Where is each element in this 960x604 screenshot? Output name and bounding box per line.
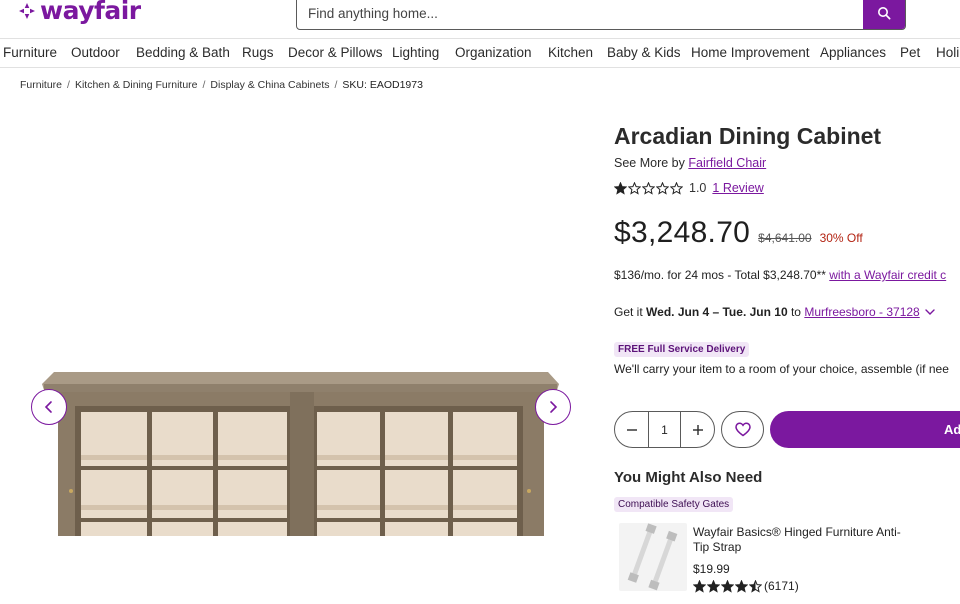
breadcrumb-separator: /: [202, 79, 206, 91]
chevron-left-icon: [44, 401, 52, 413]
breadcrumb: Furniture / Kitchen & Dining Furniture / Dis…: [20, 79, 423, 91]
delivery-to: to: [790, 305, 801, 319]
chevron-right-icon: [550, 401, 558, 413]
star-filled-icon: [735, 579, 748, 593]
nav-item-organization[interactable]: Organization: [455, 45, 532, 60]
nav-item-holiday[interactable]: Holi: [936, 45, 959, 60]
safety-gates-badge[interactable]: Compatible Safety Gates: [614, 497, 734, 512]
financing-link[interactable]: with a Wayfair credit c: [829, 268, 946, 282]
recommended-rating-stars: [693, 579, 762, 593]
breadcrumb-separator: /: [334, 79, 338, 91]
product-image: [42, 372, 559, 536]
nav-item-bedding-bath[interactable]: Bedding & Bath: [136, 45, 230, 60]
reviews-link[interactable]: 1 Review: [712, 181, 763, 195]
nav-item-home-improvement[interactable]: Home Improvement: [691, 45, 810, 60]
search-button[interactable]: [863, 0, 905, 29]
delivery-info: Get it Wed. Jun 4 – Tue. Jun 10 to Murfr…: [614, 305, 935, 319]
breadcrumb-link-kitchen-dining[interactable]: Kitchen & Dining Furniture: [75, 79, 198, 91]
add-to-cart-button[interactable]: Ad: [770, 411, 960, 448]
gallery-prev-button[interactable]: [31, 389, 67, 425]
breadcrumb-separator: /: [67, 79, 70, 91]
star-filled-icon: [707, 579, 720, 593]
delivery-prefix: Get it: [614, 305, 643, 319]
quantity-stepper: 1: [614, 411, 715, 448]
breadcrumb-link-furniture[interactable]: Furniture: [20, 79, 62, 91]
category-nav: Furniture Outdoor Bedding & Bath Rugs De…: [0, 38, 960, 68]
star-empty-icon: [670, 181, 683, 195]
recommended-product-rating: (6171): [693, 579, 799, 593]
nav-item-furniture[interactable]: Furniture: [3, 45, 57, 60]
star-filled-icon: [693, 579, 706, 593]
product-rating: 1.0 1 Review: [614, 181, 764, 195]
nav-item-pet[interactable]: Pet: [900, 45, 920, 60]
star-empty-icon: [642, 181, 655, 195]
star-filled-icon: [721, 579, 734, 593]
see-more-by: See More by Fairfield Chair: [614, 156, 766, 170]
price-row: $3,248.70 $4,641.00 30% Off: [614, 216, 863, 250]
favorite-button[interactable]: [721, 411, 764, 448]
star-half-icon: [749, 579, 762, 593]
rating-stars: [614, 181, 683, 195]
logo-text: wayfair: [40, 0, 141, 25]
anti-tip-strap-image: [627, 523, 678, 591]
product-gallery: [0, 100, 600, 604]
product-title: Arcadian Dining Cabinet: [614, 123, 882, 149]
search-input[interactable]: [297, 0, 865, 29]
financing-info: $136/mo. for 24 mos - Total $3,248.70** …: [614, 268, 946, 282]
minus-icon: [626, 428, 637, 431]
recommended-review-count: (6171): [764, 579, 799, 593]
star-filled-icon: [614, 181, 627, 195]
nav-item-baby-kids[interactable]: Baby & Kids: [607, 45, 681, 60]
star-empty-icon: [656, 181, 669, 195]
search-bar: [296, 0, 906, 30]
heart-icon: [734, 422, 751, 437]
gallery-next-button[interactable]: [535, 389, 571, 425]
nav-item-outdoor[interactable]: Outdoor: [71, 45, 120, 60]
original-price: $4,641.00: [758, 231, 812, 245]
recommended-product-name[interactable]: Wayfair Basics® Hinged Furniture Anti-Ti…: [693, 525, 913, 555]
breadcrumb-sku: SKU: EAOD1973: [342, 79, 423, 91]
nav-item-lighting[interactable]: Lighting: [392, 45, 439, 60]
nav-item-decor-pillows[interactable]: Decor & Pillows: [288, 45, 383, 60]
see-more-prefix: See More by: [614, 156, 685, 170]
breadcrumb-link-display-cabinets[interactable]: Display & China Cabinets: [210, 79, 329, 91]
free-delivery-badge: FREE Full Service Delivery: [614, 342, 750, 357]
search-icon: [878, 7, 891, 20]
nav-item-rugs[interactable]: Rugs: [242, 45, 274, 60]
financing-text: $136/mo. for 24 mos - Total $3,248.70**: [614, 268, 826, 282]
recommended-product[interactable]: Wayfair Basics® Hinged Furniture Anti-Ti…: [619, 523, 960, 604]
brand-link[interactable]: Fairfield Chair: [688, 156, 766, 170]
star-empty-icon: [628, 181, 641, 195]
delivery-description: We'll carry your item to a room of your …: [614, 362, 949, 376]
wayfair-logo-icon: [19, 3, 35, 19]
delivery-dates: Wed. Jun 4 – Tue. Jun 10: [646, 305, 788, 319]
sale-price: $3,248.70: [614, 216, 751, 249]
discount-label: 30% Off: [819, 231, 863, 245]
quantity-value[interactable]: 1: [648, 412, 681, 447]
quantity-decrease-button[interactable]: [615, 412, 648, 447]
quantity-increase-button[interactable]: [681, 412, 714, 447]
nav-item-kitchen[interactable]: Kitchen: [548, 45, 593, 60]
nav-item-appliances[interactable]: Appliances: [820, 45, 886, 60]
also-need-heading: You Might Also Need: [614, 469, 763, 486]
rating-value: 1.0: [689, 181, 707, 195]
plus-icon: [692, 424, 703, 435]
recommended-product-image[interactable]: [619, 523, 687, 591]
recommended-product-price: $19.99: [693, 562, 730, 576]
delivery-location-link[interactable]: Murfreesboro - 37128: [804, 305, 919, 319]
chevron-down-icon[interactable]: [925, 308, 935, 316]
wayfair-logo[interactable]: wayfair: [18, 0, 141, 26]
